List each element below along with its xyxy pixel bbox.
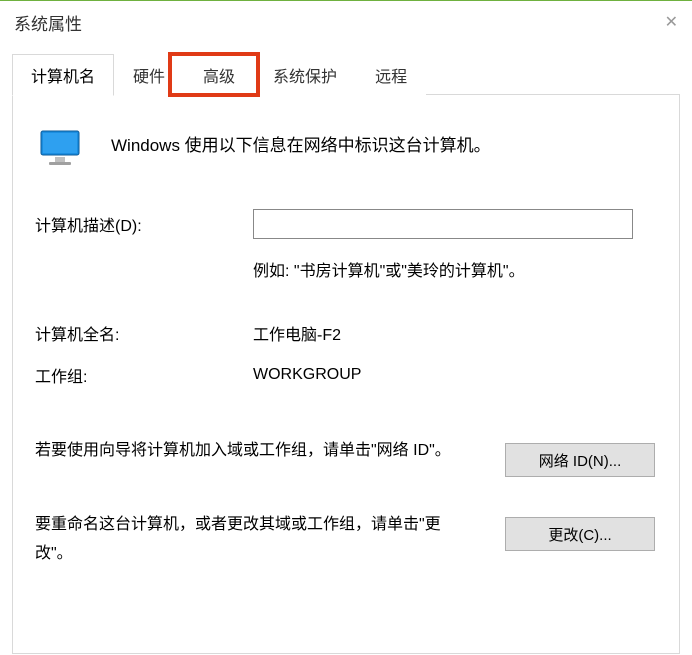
titlebar: 系统属性 ✕ <box>0 1 692 43</box>
description-input[interactable] <box>253 209 633 239</box>
tab-system-protection[interactable]: 系统保护 <box>254 54 356 95</box>
tab-hardware[interactable]: 硬件 <box>114 54 184 95</box>
tab-advanced[interactable]: 高级 <box>184 54 254 95</box>
description-row: 计算机描述(D): <box>35 209 657 239</box>
workgroup-label: 工作组: <box>35 363 253 387</box>
tab-computer-name[interactable]: 计算机名 <box>12 54 114 96</box>
change-text: 要重命名这台计算机，或者更改其域或工作组，请单击"更改"。 <box>35 511 475 569</box>
workgroup-value: WORKGROUP <box>253 366 361 384</box>
fullname-row: 计算机全名: 工作电脑-F2 <box>35 321 657 345</box>
intro-row: Windows 使用以下信息在网络中标识这台计算机。 <box>35 129 657 173</box>
tab-bar: 计算机名 硬件 高级 系统保护 远程 <box>12 55 680 95</box>
system-properties-window: 系统属性 ✕ 计算机名 硬件 高级 系统保护 远程 Wi <box>0 0 692 655</box>
fullname-label: 计算机全名: <box>35 321 253 345</box>
change-section: 要重命名这台计算机，或者更改其域或工作组，请单击"更改"。 更改(C)... <box>35 511 657 569</box>
description-label: 计算机描述(D): <box>35 212 253 236</box>
network-id-button[interactable]: 网络 ID(N)... <box>505 443 655 477</box>
tab-panel-computer-name: Windows 使用以下信息在网络中标识这台计算机。 计算机描述(D): 例如:… <box>12 94 680 654</box>
network-id-section: 若要使用向导将计算机加入域或工作组，请单击"网络 ID"。 网络 ID(N)..… <box>35 437 657 477</box>
network-id-text: 若要使用向导将计算机加入域或工作组，请单击"网络 ID"。 <box>35 437 475 466</box>
window-title: 系统属性 <box>14 10 82 35</box>
workgroup-row: 工作组: WORKGROUP <box>35 363 657 387</box>
change-button[interactable]: 更改(C)... <box>505 517 655 551</box>
description-hint: 例如: "书房计算机"或"美玲的计算机"。 <box>253 257 657 281</box>
close-icon[interactable]: ✕ <box>665 12 678 32</box>
intro-text: Windows 使用以下信息在网络中标识这台计算机。 <box>111 131 491 156</box>
monitor-icon <box>39 129 83 173</box>
tab-remote[interactable]: 远程 <box>356 54 426 95</box>
dialog-content: 计算机名 硬件 高级 系统保护 远程 Windows 使用以下信息在网络中标识这… <box>12 55 680 654</box>
fullname-value: 工作电脑-F2 <box>253 321 341 345</box>
